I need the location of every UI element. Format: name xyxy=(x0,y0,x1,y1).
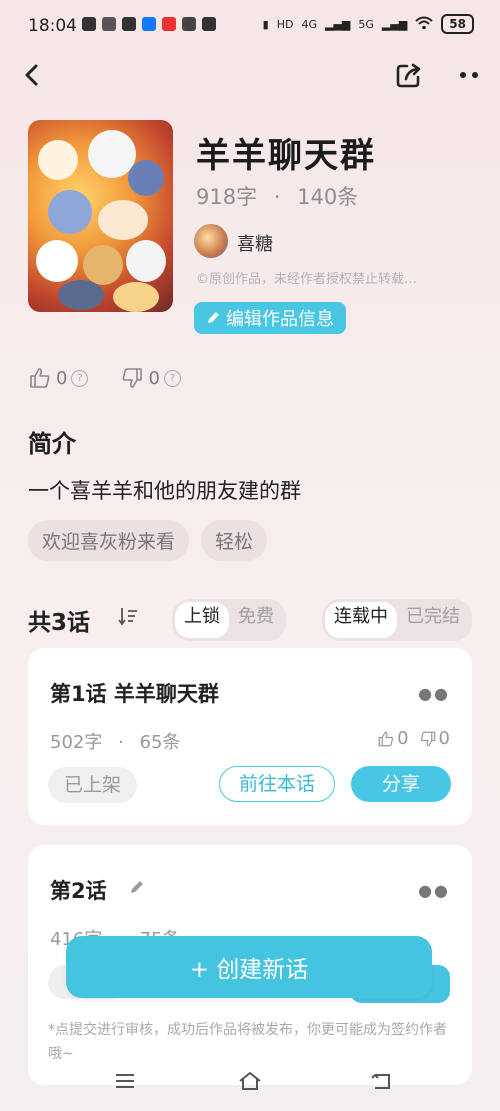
episode-words: 502字 xyxy=(50,732,103,753)
copyright-notice: ©原创作品，未经作者授权禁止转载… xyxy=(196,272,418,287)
menu-icon[interactable] xyxy=(114,1070,136,1096)
episode-messages: 65条 xyxy=(139,732,181,753)
battery-indicator: 58 xyxy=(441,14,474,34)
author-avatar[interactable] xyxy=(194,224,228,258)
redbook-icon xyxy=(162,17,176,31)
video-icon xyxy=(82,17,96,31)
episode-card[interactable]: 第1话 羊羊聊天群 ●● 502字 · 65条 0 0 已上架 前往本话 分享 xyxy=(28,648,472,825)
status-bar: 18:04 ▮ HD 4G ▂▄▆ 5G ▂▄▆ 58 xyxy=(0,0,500,52)
signal-icon: ▂▄▆ xyxy=(381,17,408,31)
filter-ongoing[interactable]: 连载中 xyxy=(325,602,397,638)
signal-icon: ▂▄▆ xyxy=(324,17,351,31)
hd-label: HD xyxy=(276,17,294,31)
episode-more-button[interactable]: ●● xyxy=(418,684,450,703)
episode-stats: 502字 · 65条 xyxy=(50,728,180,754)
intro-text: 一个喜羊羊和他的朋友建的群 xyxy=(28,479,301,503)
status-filter: 连载中 已完结 xyxy=(322,599,472,641)
filter-free[interactable]: 免费 xyxy=(229,602,283,638)
signal-5g-label: 5G xyxy=(358,17,374,31)
pencil-icon xyxy=(131,881,143,893)
episode-like-count: 0 xyxy=(397,728,409,749)
back-nav-icon[interactable] xyxy=(370,1070,394,1096)
thumbs-up-icon xyxy=(378,731,394,746)
pencil-icon xyxy=(208,312,219,323)
status-time: 18:04 xyxy=(28,16,77,36)
episode-reactions: 0 0 xyxy=(377,728,450,749)
home-icon[interactable] xyxy=(238,1070,262,1096)
notification-icons xyxy=(82,17,216,31)
edit-work-info-label: 编辑作品信息 xyxy=(226,309,334,330)
intro-heading: 简介 xyxy=(28,430,76,458)
lock-filter: 上锁 免费 xyxy=(172,599,286,641)
episode-title: 第2话 xyxy=(50,879,107,903)
more-horizontal-icon xyxy=(460,72,478,78)
edit-title-button[interactable] xyxy=(128,878,146,900)
wifi-icon xyxy=(415,16,433,33)
share-button[interactable] xyxy=(394,60,424,90)
app-icon xyxy=(182,17,196,31)
filter-locked[interactable]: 上锁 xyxy=(175,602,229,638)
cover-image[interactable] xyxy=(28,120,173,312)
goto-episode-button[interactable]: 前往本话 xyxy=(219,766,335,802)
author-name[interactable]: 喜糖 xyxy=(237,230,273,256)
share-icon xyxy=(396,63,421,88)
edit-work-info-button[interactable]: 编辑作品信息 xyxy=(194,302,346,334)
back-button[interactable] xyxy=(18,60,48,90)
thumbs-down-icon xyxy=(123,368,143,388)
share-episode-button[interactable]: 分享 xyxy=(351,766,451,802)
chevron-left-icon xyxy=(25,64,38,86)
submit-note: *点提交进行审核，成功后作品将被发布，你更可能成为签约作者哦~ xyxy=(48,1022,447,1062)
episode-dislike-count: 0 xyxy=(438,728,450,749)
reaction-row: 0 ? 0 ? xyxy=(28,366,213,390)
published-status-badge: 已上架 xyxy=(48,767,138,803)
sort-button[interactable] xyxy=(117,605,139,627)
dislike-button[interactable]: 0 ? xyxy=(120,366,181,390)
episode-dislike[interactable]: 0 xyxy=(419,728,450,749)
episode-title: 第1话 羊羊聊天群 xyxy=(50,682,219,706)
work-title: 羊羊聊天群 xyxy=(196,136,376,176)
sort-icon xyxy=(118,608,137,626)
create-episode-label: + 创建新话 xyxy=(189,957,309,983)
like-button[interactable]: 0 ? xyxy=(28,366,89,390)
mail-icon xyxy=(202,17,216,31)
work-stats: 918字 · 140条 xyxy=(196,181,358,211)
filter-finished[interactable]: 已完结 xyxy=(397,602,469,638)
vibrate-icon: ▮ xyxy=(262,17,269,31)
thumbs-up-icon xyxy=(30,368,50,388)
message-count: 140条 xyxy=(297,185,359,209)
tag-list: 欢迎喜灰粉来看 轻松 xyxy=(28,520,268,561)
episode-more-button[interactable]: ●● xyxy=(418,881,450,900)
system-nav-bar xyxy=(0,1060,500,1111)
help-icon[interactable]: ? xyxy=(163,369,181,387)
separator: · xyxy=(118,732,124,753)
alipay-icon xyxy=(142,17,156,31)
separator: · xyxy=(273,185,281,209)
signal-4g-label: 4G xyxy=(301,17,317,31)
tiktok-icon xyxy=(122,17,136,31)
help-icon[interactable]: ? xyxy=(71,369,89,387)
create-episode-button[interactable]: + 创建新话 xyxy=(66,936,432,998)
tag[interactable]: 轻松 xyxy=(201,520,268,561)
system-icons: ▮ HD 4G ▂▄▆ 5G ▂▄▆ 58 xyxy=(263,14,474,34)
like-count: 0 xyxy=(56,367,68,389)
app-icon xyxy=(102,17,116,31)
word-count: 918字 xyxy=(196,185,258,209)
episode-like[interactable]: 0 xyxy=(377,728,409,749)
episode-count: 共3话 xyxy=(28,610,91,636)
tag[interactable]: 欢迎喜灰粉来看 xyxy=(28,520,190,561)
thumbs-down-icon xyxy=(420,731,435,746)
dislike-count: 0 xyxy=(148,367,160,389)
more-button[interactable] xyxy=(454,60,484,90)
